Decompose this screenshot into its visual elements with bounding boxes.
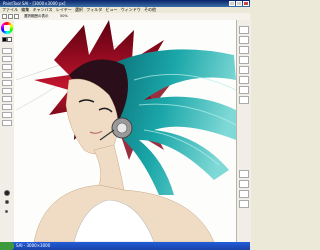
layer-item[interactable] — [239, 46, 249, 54]
layer-item[interactable] — [239, 86, 249, 94]
tool-slot[interactable] — [2, 72, 12, 78]
headset-speaker — [116, 122, 128, 134]
menu-filter[interactable]: フィルタ — [86, 7, 102, 12]
start-button[interactable] — [0, 242, 14, 250]
menu-view[interactable]: ビュー — [106, 7, 118, 12]
left-panel — [0, 20, 15, 242]
menu-window[interactable]: ウィンドウ — [121, 7, 141, 12]
title-bar: PaintTool SAI - [3000×3000 px] — [0, 0, 250, 7]
menu-other[interactable]: その他 — [144, 7, 156, 12]
tool-slot[interactable] — [2, 80, 12, 86]
menu-layer[interactable]: レイヤー — [56, 7, 72, 12]
tool-slot[interactable] — [2, 112, 12, 118]
menu-file[interactable]: ファイル — [2, 7, 18, 12]
close-icon[interactable] — [243, 1, 249, 6]
neck — [93, 144, 125, 191]
tool-slot[interactable] — [2, 64, 12, 70]
tool-slot[interactable] — [2, 120, 12, 126]
layer-item[interactable] — [239, 26, 249, 34]
brush-size-dot[interactable] — [5, 210, 8, 213]
window-title: PaintTool SAI - [3000×3000 px] — [3, 1, 66, 6]
secondary-color-swatch[interactable] — [7, 37, 12, 42]
menu-canvas[interactable]: キャンバス — [33, 7, 53, 12]
menu-select[interactable]: 選択 — [75, 7, 83, 12]
layer-item[interactable] — [239, 170, 249, 178]
layer-item[interactable] — [239, 66, 249, 74]
tool-slot[interactable] — [2, 88, 12, 94]
artwork — [15, 20, 236, 242]
tool-slot[interactable] — [2, 48, 12, 54]
brush-size-dot[interactable] — [5, 200, 9, 204]
drawing-canvas[interactable] — [14, 20, 236, 242]
color-wheel[interactable] — [1, 22, 13, 34]
minimize-icon[interactable] — [229, 1, 235, 6]
redo-icon[interactable] — [8, 14, 13, 19]
layer-item[interactable] — [239, 190, 249, 198]
maximize-icon[interactable] — [236, 1, 242, 6]
undo-icon[interactable] — [2, 14, 7, 19]
zoom-level[interactable]: 50% — [60, 13, 68, 20]
layer-item[interactable] — [239, 36, 249, 44]
layer-item[interactable] — [239, 76, 249, 84]
layer-item[interactable] — [239, 200, 249, 208]
layer-item[interactable] — [239, 96, 249, 104]
taskbar: SAI - 3000×3000 — [0, 242, 250, 250]
layer-item[interactable] — [239, 180, 249, 188]
taskbar-task[interactable]: SAI - 3000×3000 — [16, 242, 50, 250]
menu-edit[interactable]: 編集 — [21, 7, 29, 12]
tool-slot[interactable] — [2, 104, 12, 110]
tool-slot[interactable] — [2, 96, 12, 102]
layer-item[interactable] — [239, 56, 249, 64]
tool-slot[interactable] — [2, 56, 12, 62]
selection-display-label[interactable]: 選択範囲の表示 — [24, 13, 49, 20]
brush-size-dot[interactable] — [4, 190, 10, 196]
deselect-icon[interactable] — [14, 14, 19, 19]
layer-panel — [236, 20, 251, 242]
